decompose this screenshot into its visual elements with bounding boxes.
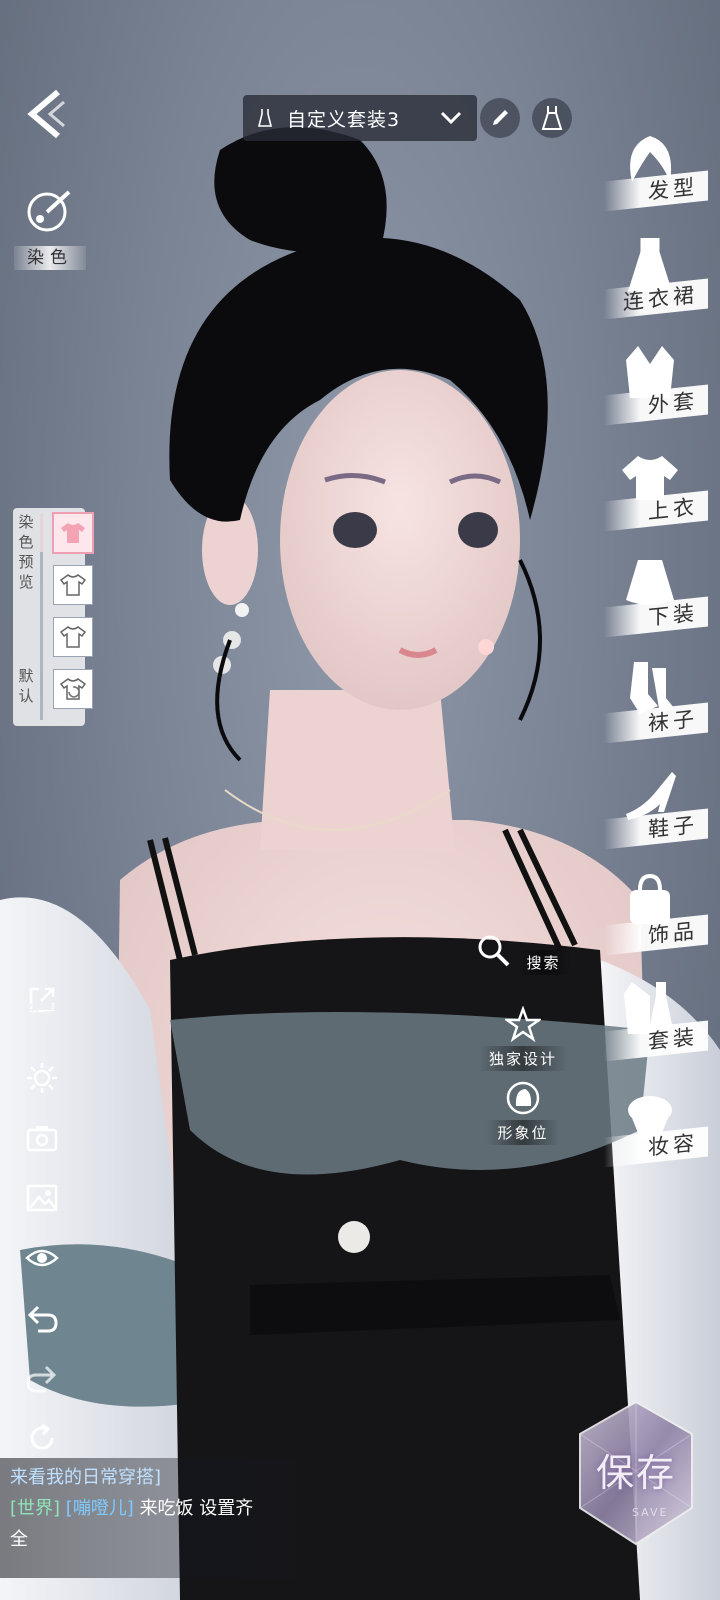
image-slot-button[interactable]: 形象位: [468, 1080, 578, 1145]
redo-icon: [26, 1365, 57, 1393]
outfit-dress-button[interactable]: [532, 98, 572, 138]
pen-icon: [493, 110, 508, 125]
category-bottom[interactable]: 下装: [592, 552, 720, 648]
save-sublabel: SAVE: [632, 1506, 669, 1519]
image-icon: [26, 1184, 58, 1212]
reset-button[interactable]: [22, 1418, 62, 1458]
search-label: 搜索: [516, 950, 571, 975]
camera-button[interactable]: [22, 1118, 62, 1158]
palette-brush-icon: [27, 190, 71, 232]
redo-button[interactable]: [22, 1358, 62, 1398]
back-arrow-icon: [27, 89, 65, 139]
preview-slot-3[interactable]: [54, 618, 92, 656]
category-accessories[interactable]: 饰品: [592, 870, 720, 966]
chat-nickname[interactable]: [嘣噔儿]: [66, 1498, 134, 1519]
dye-label: 染色: [14, 246, 86, 270]
category-suit[interactable]: 套装: [592, 976, 720, 1072]
image-slot-label: 形象位: [487, 1120, 559, 1145]
category-dress[interactable]: 连衣裙: [592, 234, 720, 330]
background-button[interactable]: [22, 1178, 62, 1218]
eye-icon: [25, 1249, 59, 1267]
hide-ui-button[interactable]: [22, 1238, 62, 1278]
shirt-icon: [61, 523, 85, 543]
preview-slot-default[interactable]: [54, 670, 92, 708]
outfit-name: 自定义套装3: [287, 108, 401, 131]
exclusive-design-label: 独家设计: [478, 1046, 567, 1071]
star-icon: [503, 1005, 543, 1043]
exclusive-design-button[interactable]: 独家设计: [468, 1005, 578, 1071]
dye-preview-label: 染 色 预 览: [18, 513, 34, 591]
category-socks[interactable]: 袜子: [592, 658, 720, 754]
category-shoes[interactable]: 鞋子: [592, 764, 720, 860]
chat-panel[interactable]: 来看我的日常穿搭] [世界] [嘣噔儿] 来吃饭 设置齐 全: [0, 1458, 296, 1578]
lighting-button[interactable]: [22, 1058, 62, 1098]
preview-slot-2[interactable]: [54, 566, 92, 604]
share-label: 分享: [25, 1002, 58, 1020]
dress-small-icon: [257, 109, 273, 127]
preview-slot-1[interactable]: [54, 514, 92, 552]
chat-line-2: [世界] [嘣噔儿] 来吃饭 设置齐: [10, 1493, 286, 1524]
preview-scroll-track[interactable]: [40, 514, 43, 720]
camera-icon: [26, 1126, 58, 1152]
chat-line-3: 全: [10, 1529, 28, 1550]
shirt-icon: [59, 574, 87, 596]
undo-button[interactable]: [22, 1298, 62, 1338]
chat-line-1: 来看我的日常穿搭]: [10, 1467, 162, 1488]
save-label: 保存: [595, 1451, 676, 1495]
sun-icon: [27, 1063, 57, 1093]
dye-preview-panel: 染 色 预 览 默 认: [13, 508, 92, 726]
dye-button[interactable]: 染色: [14, 186, 86, 270]
outfit-selector[interactable]: 自定义套装3: [243, 95, 477, 141]
category-top[interactable]: 上衣: [592, 446, 720, 542]
save-button[interactable]: 保存 SAVE: [572, 1398, 700, 1548]
search-icon: [478, 935, 510, 967]
undo-icon: [27, 1305, 58, 1333]
dress-icon: [541, 106, 563, 130]
category-coat[interactable]: 外套: [592, 340, 720, 436]
shirt-reset-icon: [59, 678, 87, 700]
chevron-down-icon: [440, 111, 462, 125]
search-button[interactable]: 搜索: [468, 932, 578, 975]
category-makeup[interactable]: 妆容: [592, 1082, 720, 1178]
category-hair[interactable]: 发型: [592, 126, 720, 222]
pen-button[interactable]: [480, 98, 520, 138]
back-button[interactable]: [22, 88, 74, 140]
chat-channel: [世界]: [10, 1498, 61, 1519]
chat-message: 来吃饭 设置齐: [139, 1498, 254, 1519]
reset-icon: [30, 1423, 54, 1450]
shirt-icon: [59, 626, 87, 648]
default-label: 默 认: [18, 667, 34, 705]
portrait-icon: [506, 1081, 540, 1115]
